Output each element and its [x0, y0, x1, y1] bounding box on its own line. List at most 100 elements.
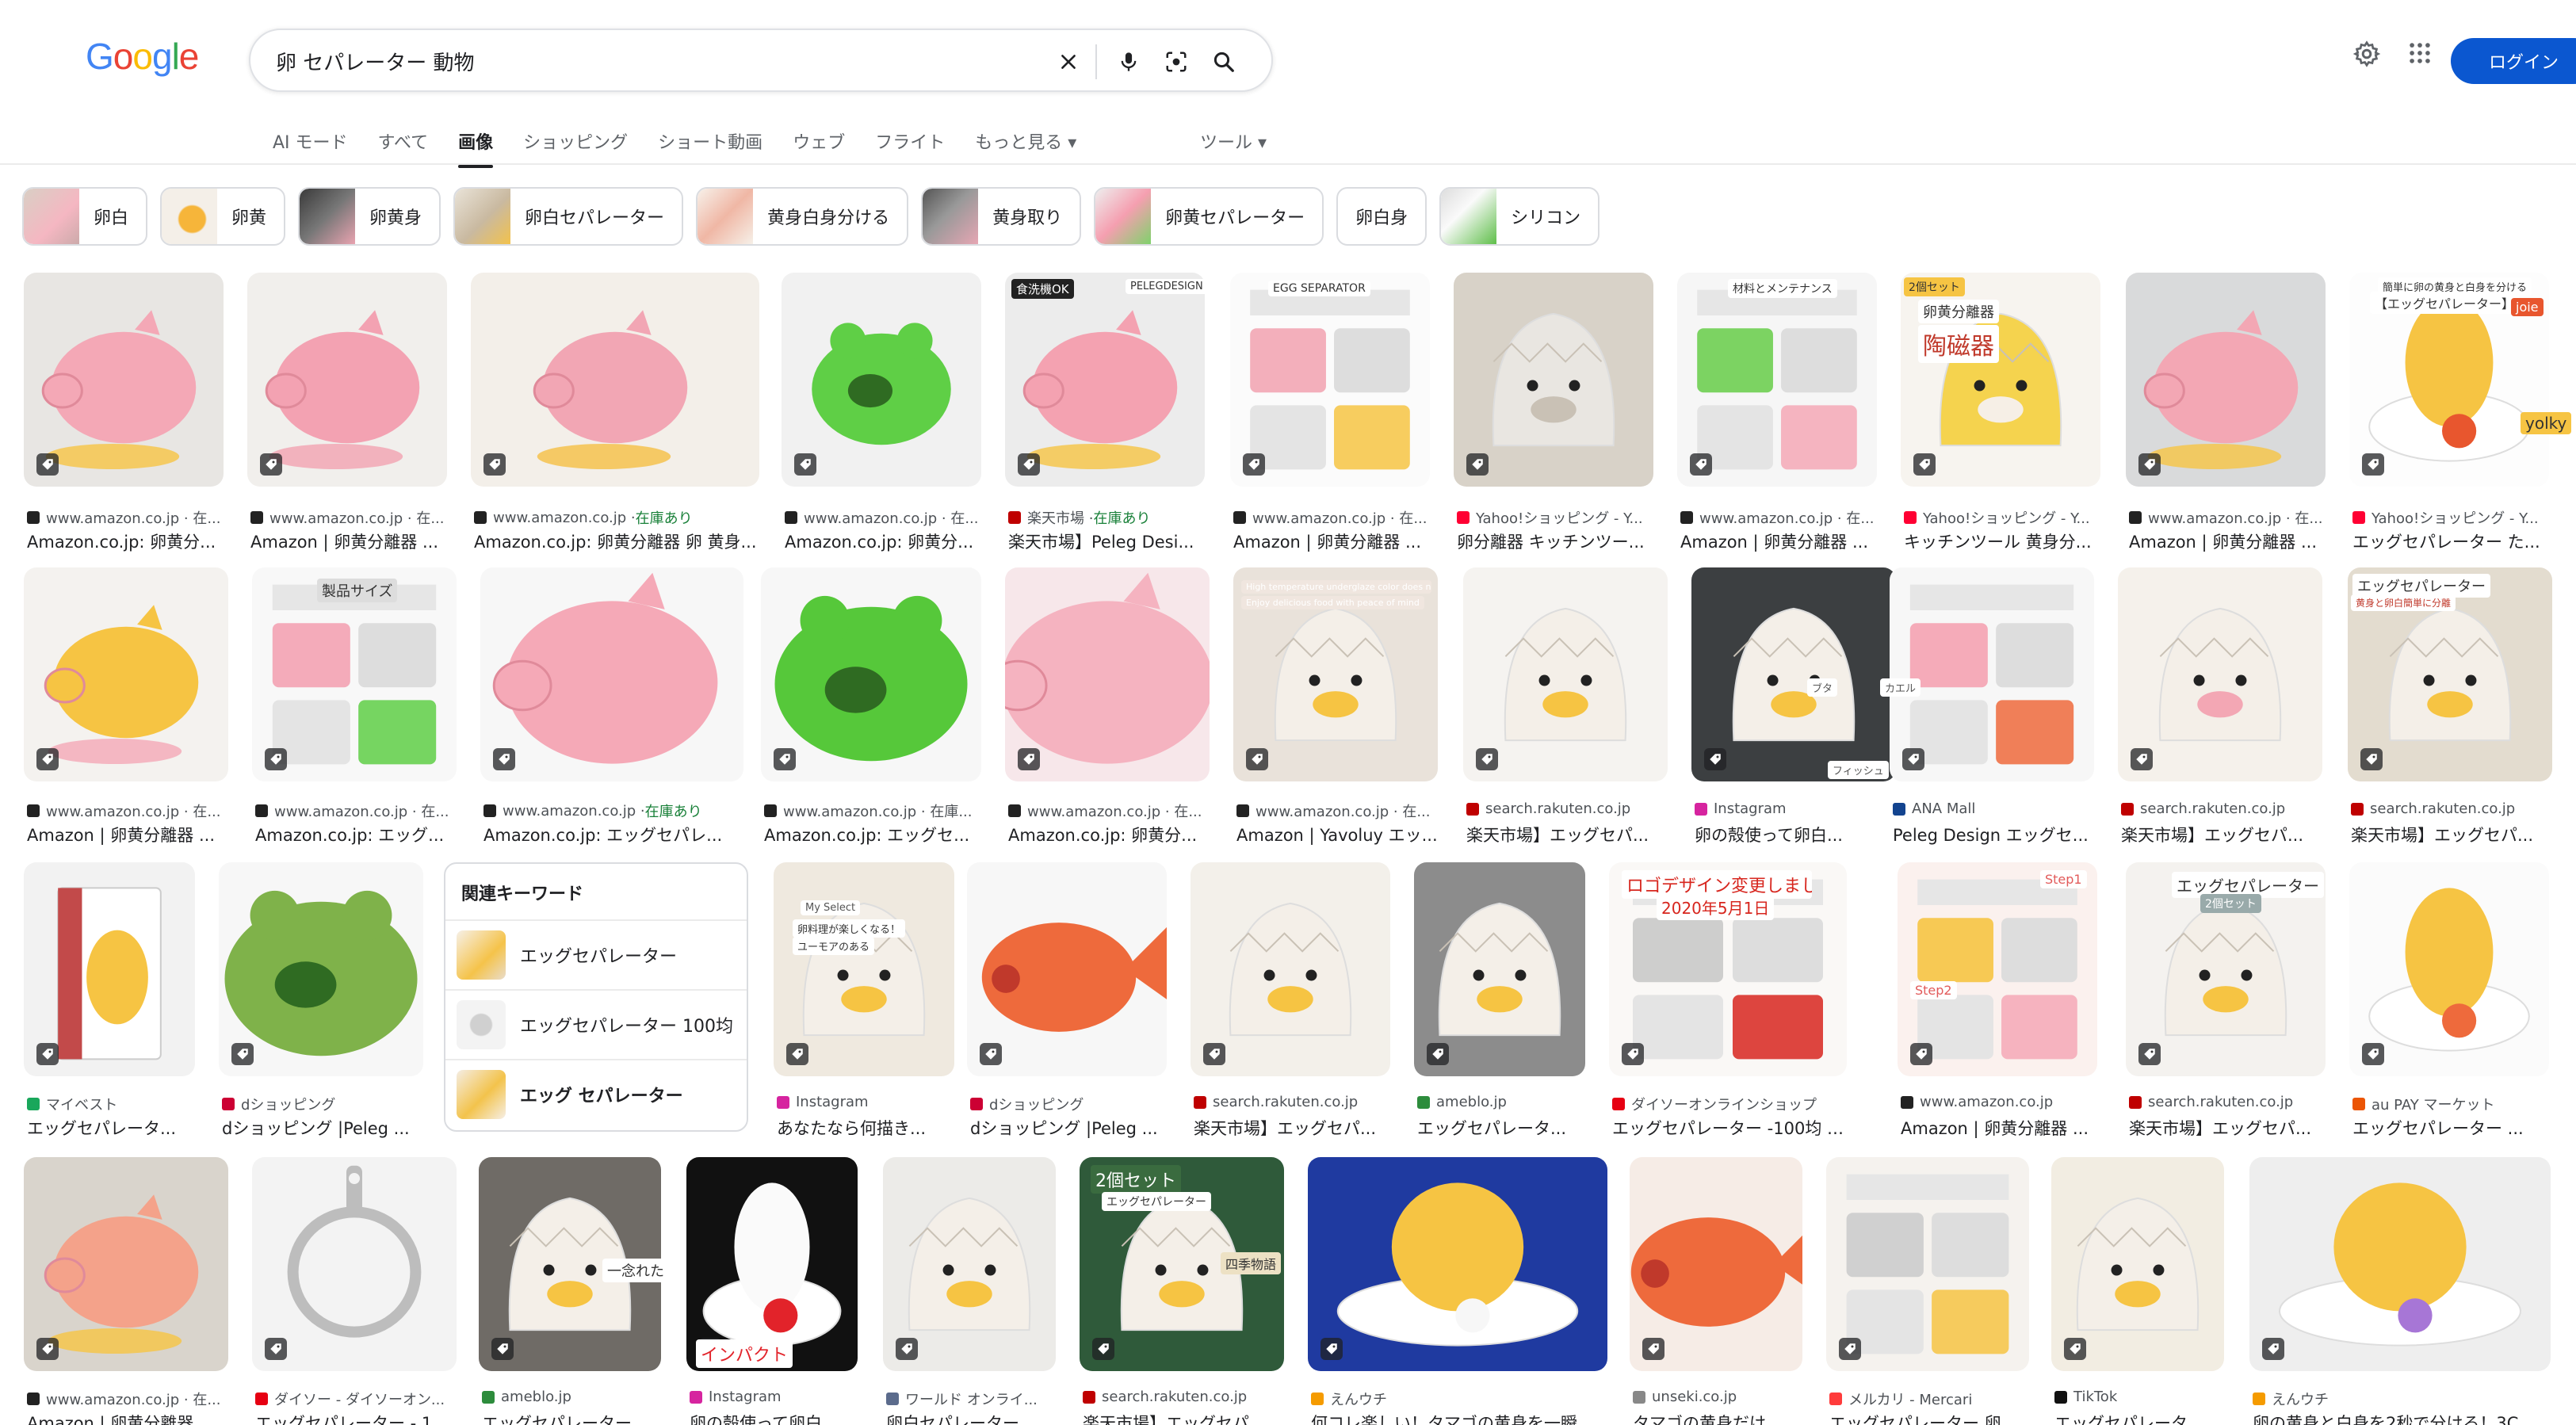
result-title[interactable]: Amazon.co.jp: 卵黄分... — [1008, 823, 1197, 846]
result-thumbnail[interactable] — [1454, 273, 1653, 487]
tab-more[interactable]: もっと見る ▾ — [975, 124, 1076, 162]
result-title[interactable]: Amazon | 卵黄分離器 ... — [27, 1411, 215, 1425]
result-title[interactable]: 楽天市場】エッグセパ... — [2121, 823, 2303, 846]
result-title[interactable]: Amazon.co.jp: 卵黄分離器 卵 黄身... — [474, 529, 757, 553]
result-thumbnail[interactable] — [774, 862, 954, 1076]
result-title[interactable]: キッチンツール 黄身分... — [1904, 529, 2092, 553]
chip[interactable]: 黄身白身分ける — [696, 187, 909, 246]
result-title[interactable]: 卵分離器 キッチンツー... — [1457, 529, 1645, 553]
result-source[interactable]: ダイソー - ダイソーオン... — [255, 1389, 445, 1409]
image-result[interactable]: えんウチ 何コレ楽しい！タマゴの黄身を一瞬... — [1308, 1157, 1607, 1425]
result-thumbnail[interactable] — [1691, 567, 1896, 781]
image-result[interactable]: メルカリ - Mercari エッグセパレーター 卵... — [1826, 1157, 2029, 1425]
image-result[interactable]: Instagram 卵の殻使って卵白... — [1691, 567, 1896, 846]
result-title[interactable]: Amazon | 卵黄分離器 ... — [1680, 529, 1868, 553]
apps-grid-icon[interactable] — [2406, 40, 2433, 70]
result-source[interactable]: TikTok — [2054, 1389, 2117, 1405]
result-title[interactable]: dショッピング |Peleg ... — [970, 1116, 1158, 1140]
result-thumbnail[interactable] — [24, 862, 195, 1076]
image-result[interactable]: www.amazon.co.jp · 在... Amazon | 卵黄分離器 ..… — [24, 1157, 228, 1425]
result-thumbnail[interactable] — [480, 567, 743, 781]
result-thumbnail[interactable] — [1826, 1157, 2029, 1371]
chip[interactable]: 卵黄 — [160, 187, 286, 246]
result-source[interactable]: Yahoo!ショッピング - Y... — [1904, 507, 2090, 528]
result-source[interactable]: www.amazon.co.jp · 在... — [785, 507, 979, 528]
result-source[interactable]: www.amazon.co.jp · 在... — [1233, 507, 1428, 528]
image-result[interactable]: search.rakuten.co.jp 楽天市場】エッグセパ... — [1463, 567, 1668, 846]
result-source[interactable]: ANA Mall — [1893, 800, 1975, 817]
image-result[interactable]: Yahoo!ショッピング - Y... 卵分離器 キッチンツー... — [1454, 273, 1653, 553]
chip[interactable]: 卵白 — [22, 187, 148, 246]
lens-icon[interactable] — [1159, 44, 1194, 79]
tab-web[interactable]: ウェブ — [793, 124, 845, 162]
result-title[interactable]: Amazon | 卵黄分離器 ... — [2129, 529, 2317, 553]
tab-all[interactable]: すべて — [378, 124, 429, 162]
result-source[interactable]: au PAY マーケット — [2352, 1094, 2495, 1114]
result-source[interactable]: www.amazon.co.jp · 在庫... — [764, 800, 973, 821]
result-thumbnail[interactable] — [2126, 273, 2326, 487]
result-title[interactable]: Amazon.co.jp: エッグ... — [255, 823, 444, 846]
result-source[interactable]: ameblo.jp — [1417, 1094, 1507, 1110]
result-source[interactable]: www.amazon.co.jp · 在... — [255, 800, 449, 821]
image-result[interactable]: www.amazon.co.jp · 在... Amazon | 卵黄分離器 ..… — [1230, 273, 1430, 553]
chip[interactable]: 卵黄身 — [298, 187, 441, 246]
chip[interactable]: 黄身取り — [921, 187, 1082, 246]
image-result[interactable]: ダイソー - ダイソーオン... エッグセパレーター - 1... — [252, 1157, 457, 1425]
result-title[interactable]: エッグセパレーター... — [482, 1411, 648, 1425]
result-thumbnail[interactable] — [219, 862, 423, 1076]
result-source[interactable]: メルカリ - Mercari — [1829, 1389, 1972, 1409]
result-thumbnail[interactable] — [782, 273, 981, 487]
result-title[interactable]: 楽天市場】エッグセパ... — [1194, 1116, 1376, 1140]
result-source[interactable]: www.amazon.co.jp · 在... — [250, 507, 445, 528]
result-title[interactable]: Amazon.co.jp: 卵黄分... — [27, 529, 216, 553]
result-thumbnail[interactable] — [24, 567, 228, 781]
result-title[interactable]: Amazon | Yavoluy エッ... — [1236, 823, 1438, 846]
result-title[interactable]: 卵白セパレーター... — [886, 1411, 1035, 1425]
image-result[interactable]: www.amazon.co.jp · 在... Amazon | 卵黄分離器 ..… — [2126, 273, 2326, 553]
result-title[interactable]: 卵の黄身と白身を2秒で分ける！3C... — [2253, 1411, 2534, 1425]
result-thumbnail[interactable] — [1414, 862, 1585, 1076]
result-source[interactable]: www.amazon.co.jp · 在... — [1680, 507, 1875, 528]
result-title[interactable]: Amazon | 卵黄分離器 ... — [250, 529, 438, 553]
image-result[interactable]: search.rakuten.co.jp 楽天市場】エッグセパ... — [1191, 862, 1390, 1140]
result-title[interactable]: 何コレ楽しい！タマゴの黄身を一瞬... — [1311, 1411, 1593, 1425]
result-thumbnail[interactable] — [1898, 862, 2097, 1076]
image-result[interactable]: TikTok エッグセパレータ... — [2051, 1157, 2224, 1425]
result-thumbnail[interactable] — [761, 567, 981, 781]
image-result[interactable]: www.amazon.co.jp · 在... Amazon.co.jp: エッグ… — [252, 567, 457, 846]
result-title[interactable]: エッグセパレータ... — [1417, 1116, 1566, 1140]
clear-icon[interactable] — [1051, 44, 1086, 79]
result-source[interactable]: www.amazon.co.jp · 在... — [27, 1389, 221, 1409]
result-source[interactable]: search.rakuten.co.jp — [1083, 1389, 1247, 1405]
result-title[interactable]: Amazon.co.jp: エッグセ... — [764, 823, 969, 846]
image-result[interactable]: www.amazon.co.jp · 在... Amazon.co.jp: 卵黄分… — [782, 273, 981, 553]
result-source[interactable]: www.amazon.co.jp · 在... — [27, 800, 221, 821]
result-source[interactable]: www.amazon.co.jp · 在... — [27, 507, 221, 528]
chip[interactable]: シリコン — [1439, 187, 1600, 246]
result-thumbnail[interactable] — [2349, 862, 2549, 1076]
result-thumbnail[interactable] — [1191, 862, 1390, 1076]
tab-shopping[interactable]: ショッピング — [523, 124, 628, 162]
result-thumbnail[interactable] — [471, 273, 759, 487]
result-title[interactable]: Amazon.co.jp: エッグセパレ... — [483, 823, 722, 846]
result-thumbnail[interactable] — [252, 1157, 457, 1371]
image-result[interactable]: unseki.co.jp タマゴの黄身だけ... — [1630, 1157, 1802, 1425]
result-title[interactable]: 卵の殻使って卵白... — [690, 1411, 838, 1425]
result-thumbnail[interactable] — [2051, 1157, 2224, 1371]
result-thumbnail[interactable] — [1230, 273, 1430, 487]
result-title[interactable]: 楽天市場】エッグセパ... — [2351, 823, 2533, 846]
result-source[interactable]: dショッピング — [970, 1094, 1084, 1114]
result-thumbnail[interactable] — [967, 862, 1167, 1076]
result-source[interactable]: www.amazon.co.jp · 在... — [1236, 800, 1431, 821]
tab-flights[interactable]: フライト — [875, 124, 945, 162]
image-result[interactable]: search.rakuten.co.jp 楽天市場】エッグセパ... — [2118, 567, 2322, 846]
result-thumbnail[interactable] — [24, 273, 224, 487]
result-source[interactable]: マイベスト — [27, 1094, 117, 1114]
result-title[interactable]: 楽天市場】エッグセパ... — [1083, 1411, 1265, 1425]
result-title[interactable]: エッグセパレータ... — [2054, 1411, 2203, 1425]
result-title[interactable]: エッグセパレーター 卵... — [1829, 1411, 2017, 1425]
result-source[interactable]: Yahoo!ショッピング - Y... — [2352, 507, 2539, 528]
result-thumbnail[interactable] — [1308, 1157, 1607, 1371]
result-source[interactable]: search.rakuten.co.jp — [1194, 1094, 1358, 1110]
result-thumbnail[interactable] — [883, 1157, 1056, 1371]
